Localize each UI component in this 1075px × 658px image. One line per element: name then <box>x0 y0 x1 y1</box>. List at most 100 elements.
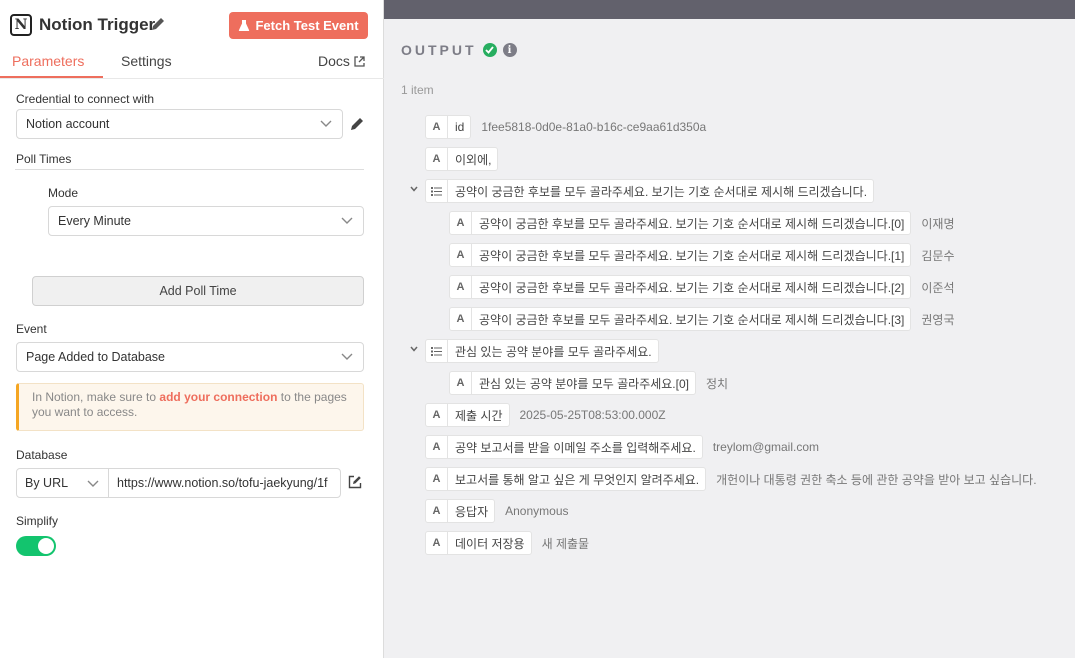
field-pill[interactable]: Aid <box>425 115 472 139</box>
string-type-icon: A <box>426 148 448 170</box>
docs-link[interactable]: Docs <box>318 53 365 69</box>
output-title: OUTPUT <box>401 42 477 58</box>
field-key: 공약 보고서를 받을 이메일 주소를 입력해주세요. <box>455 440 696 455</box>
field-pill[interactable]: 공약이 궁금한 후보를 모두 골라주세요. 보기는 기호 순서대로 제시해 드리… <box>425 179 875 203</box>
field-pill[interactable]: 관심 있는 공약 분야를 모두 골라주세요. <box>425 339 659 363</box>
field-key: 공약이 궁금한 후보를 모두 골라주세요. 보기는 기호 순서대로 제시해 드리… <box>479 312 905 327</box>
add-connection-link[interactable]: add your connection <box>159 390 277 404</box>
field-key: 공약이 궁금한 후보를 모두 골라주세요. 보기는 기호 순서대로 제시해 드리… <box>479 248 905 263</box>
credential-value: Notion account <box>26 117 110 131</box>
mode-label: Mode <box>48 186 79 200</box>
database-url-input[interactable]: https://www.notion.so/tofu-jaekyung/1f <box>108 468 341 498</box>
field-key: 관심 있는 공약 분야를 모두 골라주세요.[0] <box>479 376 689 391</box>
header-divider <box>0 78 384 79</box>
field-pill[interactable]: A 공약 보고서를 받을 이메일 주소를 입력해주세요. <box>425 435 703 459</box>
info-icon[interactable]: i <box>502 43 517 57</box>
list-type-icon <box>426 340 448 362</box>
chevron-down-icon <box>320 120 332 127</box>
node-title[interactable]: Notion Trigger <box>39 15 155 35</box>
field-value: 김문수 <box>921 248 955 263</box>
output-row: 관심 있는 공약 분야를 모두 골라주세요. <box>425 339 659 363</box>
docs-label: Docs <box>318 53 350 69</box>
field-pill[interactable]: A 공약이 궁금한 후보를 모두 골라주세요. 보기는 기호 순서대로 제시해 드… <box>449 307 912 331</box>
field-value: 1fee5818-0d0e-81a0-b16c-ce9aa61d350a <box>481 120 707 134</box>
database-label: Database <box>16 448 68 462</box>
field-pill[interactable]: A 공약이 궁금한 후보를 모두 골라주세요. 보기는 기호 순서대로 제시해 드… <box>449 211 912 235</box>
field-pill[interactable]: A 보고서를 통해 알고 싶은 게 무엇인지 알려주세요. <box>425 467 707 491</box>
collapse-chevron-icon[interactable] <box>409 184 419 194</box>
field-value: 2025-05-25T08:53:00.000Z <box>519 408 666 422</box>
chevron-down-icon <box>341 217 353 224</box>
output-row: A 보고서를 통해 알고 싶은 게 무엇인지 알려주세요. 개헌이나 대통령 권한… <box>425 467 1037 491</box>
event-select[interactable]: Page Added to Database <box>16 342 364 372</box>
field-value: Anonymous <box>505 504 569 518</box>
item-count: 1 item <box>401 83 434 97</box>
output-row: A 이외에, <box>425 147 499 171</box>
field-key: 응답자 <box>455 504 489 519</box>
tab-settings[interactable]: Settings <box>121 53 172 69</box>
output-row: A 공약이 궁금한 후보를 모두 골라주세요. 보기는 기호 순서대로 제시해 드… <box>449 211 955 235</box>
output-row: A 응답자 Anonymous <box>425 499 569 523</box>
success-check-icon <box>482 43 497 57</box>
output-header: OUTPUT i <box>401 42 517 58</box>
output-row: Aid 1fee5818-0d0e-81a0-b16c-ce9aa61d350a <box>425 115 706 139</box>
field-value: 이재명 <box>921 216 955 231</box>
simplify-toggle[interactable] <box>16 536 56 556</box>
field-pill[interactable]: A 이외에, <box>425 147 499 171</box>
credential-select[interactable]: Notion account <box>16 109 343 139</box>
notion-logo-icon: N <box>10 14 32 36</box>
field-pill[interactable]: A 제출 시간 <box>425 403 510 427</box>
field-pill[interactable]: A 응답자 <box>425 499 496 523</box>
node-parameters-panel: N Notion Trigger Fetch Test Event Parame… <box>0 0 384 658</box>
open-expression-editor-icon[interactable] <box>348 475 362 489</box>
external-link-icon <box>354 55 365 67</box>
event-value: Page Added to Database <box>26 350 166 364</box>
field-value: 개헌이나 대통령 권한 축소 등에 관한 공약을 받아 보고 싶습니다. <box>716 472 1037 487</box>
tab-parameters[interactable]: Parameters <box>12 53 84 69</box>
string-type-icon: A <box>450 372 472 394</box>
poll-times-label: Poll Times <box>16 152 72 166</box>
fetch-test-event-button[interactable]: Fetch Test Event <box>229 12 368 39</box>
top-bar <box>384 0 1075 19</box>
field-key: 공약이 궁금한 후보를 모두 골라주세요. 보기는 기호 순서대로 제시해 드리… <box>479 280 905 295</box>
string-type-icon: A <box>450 276 472 298</box>
field-key: 관심 있는 공약 분야를 모두 골라주세요. <box>455 344 652 359</box>
field-pill[interactable]: A 데이터 저장용 <box>425 531 532 555</box>
output-row: A 공약이 궁금한 후보를 모두 골라주세요. 보기는 기호 순서대로 제시해 드… <box>449 307 955 331</box>
field-pill[interactable]: A 관심 있는 공약 분야를 모두 골라주세요.[0] <box>449 371 696 395</box>
string-type-icon: A <box>450 244 472 266</box>
field-key: 이외에, <box>455 152 492 167</box>
string-type-icon: A <box>426 532 448 554</box>
field-key: 공약이 궁금한 후보를 모두 골라주세요. 보기는 기호 순서대로 제시해 드리… <box>479 216 905 231</box>
string-type-icon: A <box>450 212 472 234</box>
field-pill[interactable]: A 공약이 궁금한 후보를 모두 골라주세요. 보기는 기호 순서대로 제시해 드… <box>449 243 912 267</box>
field-value: 새 제출물 <box>541 536 590 551</box>
credential-label: Credential to connect with <box>16 92 155 106</box>
panel-header: N Notion Trigger Fetch Test Event Parame… <box>0 0 384 78</box>
edit-title-pencil-icon[interactable] <box>150 16 166 32</box>
toggle-knob <box>38 538 54 554</box>
output-row: A 제출 시간 2025-05-25T08:53:00.000Z <box>425 403 666 427</box>
output-row: A 공약이 궁금한 후보를 모두 골라주세요. 보기는 기호 순서대로 제시해 드… <box>449 275 955 299</box>
output-row: A 공약이 궁금한 후보를 모두 골라주세요. 보기는 기호 순서대로 제시해 드… <box>449 243 955 267</box>
list-type-icon <box>426 180 448 202</box>
collapse-chevron-icon[interactable] <box>409 344 419 354</box>
poll-times-divider <box>15 169 364 170</box>
field-key: id <box>455 120 465 134</box>
database-mode-select[interactable]: By URL <box>16 468 109 498</box>
chevron-down-icon <box>87 480 99 487</box>
field-key: 보고서를 통해 알고 싶은 게 무엇인지 알려주세요. <box>455 472 700 487</box>
field-value: treylom@gmail.com <box>712 440 820 454</box>
flask-icon <box>239 20 250 31</box>
string-type-icon: A <box>426 116 448 138</box>
connection-notice: In Notion, make sure to add your connect… <box>16 383 364 431</box>
mode-select[interactable]: Every Minute <box>48 206 364 236</box>
output-row: A 데이터 저장용 새 제출물 <box>425 531 589 555</box>
simplify-label: Simplify <box>16 514 59 528</box>
field-pill[interactable]: A 공약이 궁금한 후보를 모두 골라주세요. 보기는 기호 순서대로 제시해 드… <box>449 275 912 299</box>
output-row: A 공약 보고서를 받을 이메일 주소를 입력해주세요. treylom@gmai… <box>425 435 819 459</box>
string-type-icon: A <box>426 500 448 522</box>
field-key: 공약이 궁금한 후보를 모두 골라주세요. 보기는 기호 순서대로 제시해 드리… <box>455 184 868 199</box>
edit-credential-pencil-icon[interactable] <box>349 116 365 132</box>
add-poll-time-button[interactable]: Add Poll Time <box>32 276 364 306</box>
